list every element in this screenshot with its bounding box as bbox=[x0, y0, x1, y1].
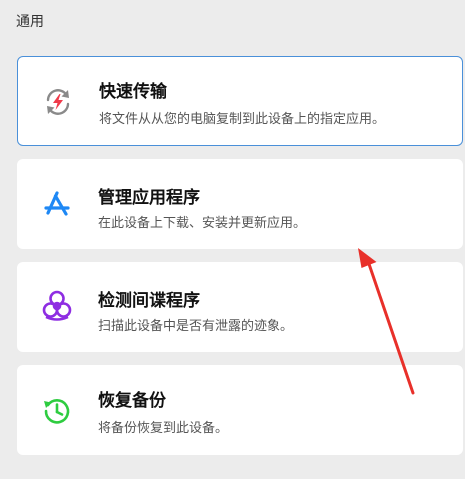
biohazard-icon bbox=[39, 288, 75, 324]
manage-apps-card[interactable]: 管理应用程序 在此设备上下载、安装并更新应用。 bbox=[17, 159, 463, 249]
card-title: 检测间谍程序 bbox=[98, 291, 200, 311]
restore-clock-icon bbox=[39, 393, 75, 429]
card-title: 管理应用程序 bbox=[98, 188, 200, 208]
card-title: 恢复备份 bbox=[98, 391, 166, 411]
card-description: 将备份恢复到此设备。 bbox=[98, 421, 229, 436]
sync-lightning-icon bbox=[40, 84, 76, 120]
card-title: 快速传输 bbox=[99, 82, 167, 102]
section-label: 通用 bbox=[16, 14, 44, 30]
card-description: 扫描此设备中是否有泄露的迹象。 bbox=[98, 319, 294, 334]
restore-backup-card[interactable]: 恢复备份 将备份恢复到此设备。 bbox=[17, 365, 463, 455]
detect-spyware-card[interactable]: 检测间谍程序 扫描此设备中是否有泄露的迹象。 bbox=[17, 262, 463, 352]
card-description: 在此设备上下载、安装并更新应用。 bbox=[98, 216, 307, 231]
card-description: 将文件从从您的电脑复制到此设备上的指定应用。 bbox=[99, 112, 386, 127]
quick-transfer-card[interactable]: 快速传输 将文件从从您的电脑复制到此设备上的指定应用。 bbox=[17, 56, 463, 146]
app-store-icon bbox=[39, 186, 75, 222]
